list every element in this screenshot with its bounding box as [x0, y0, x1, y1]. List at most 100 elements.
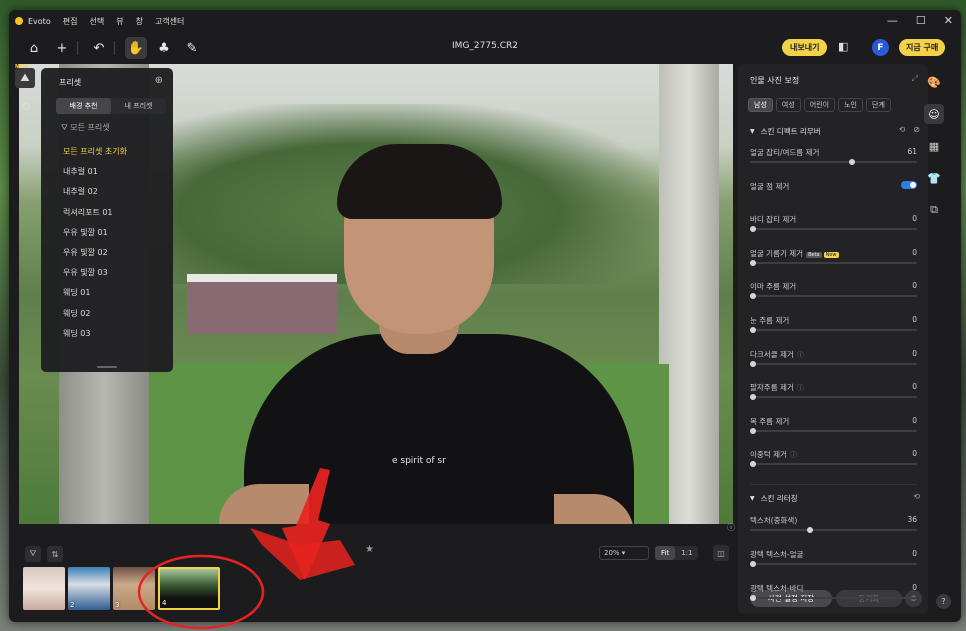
- compare-icon[interactable]: ◧: [838, 40, 848, 53]
- toggle-switch[interactable]: [901, 180, 917, 189]
- close-icon[interactable]: ✕: [944, 14, 953, 27]
- add-icon[interactable]: +: [51, 37, 73, 59]
- preset-item[interactable]: 우유 빛깔 03: [63, 267, 127, 287]
- slider-knob[interactable]: [807, 527, 814, 533]
- preset-item[interactable]: 웨딩 03: [63, 328, 127, 348]
- new-badge: NEW: [15, 64, 29, 70]
- preset-item[interactable]: 웨딩 02: [63, 308, 127, 328]
- slider-knob[interactable]: [750, 427, 756, 434]
- portrait-subject: e spirit of sr: [219, 104, 639, 524]
- home-icon[interactable]: ⌂: [23, 37, 45, 59]
- clothing-icon[interactable]: 👕: [924, 168, 944, 188]
- preset-filter[interactable]: ⛛ 모든 프리셋: [61, 122, 110, 133]
- sort-icon[interactable]: ⇅: [47, 546, 63, 562]
- slider-row: 얼굴 기름기 제거 Beta New 0: [750, 248, 917, 274]
- menu-view[interactable]: 뷰: [116, 16, 123, 27]
- thumbnail[interactable]: [23, 567, 65, 610]
- slider-track[interactable]: [750, 293, 917, 300]
- one-to-one-button[interactable]: 1:1: [675, 546, 698, 560]
- undo-icon[interactable]: ↶: [88, 37, 110, 59]
- preset-tabs: 배경 추천 내 프리셋: [56, 98, 166, 114]
- slider-track[interactable]: [750, 360, 917, 367]
- preset-item[interactable]: 럭셔리포트 01: [63, 207, 127, 227]
- star-icon[interactable]: ★: [365, 544, 374, 555]
- crop-icon[interactable]: ⧉: [924, 200, 944, 220]
- slider-knob[interactable]: [750, 561, 756, 567]
- palette-icon[interactable]: 🎨: [924, 72, 944, 92]
- fit-button[interactable]: Fit: [655, 546, 676, 560]
- slider-row: 텍스처(중화색) 36: [750, 515, 917, 541]
- expand-icon[interactable]: ⤢: [912, 74, 918, 84]
- reset-icon[interactable]: ⟲: [899, 125, 906, 134]
- history-icon[interactable]: ⟲: [15, 96, 35, 116]
- slider-knob[interactable]: [848, 159, 855, 165]
- slider-track[interactable]: [750, 527, 917, 533]
- help-icon[interactable]: ?: [936, 594, 951, 609]
- tab-child[interactable]: 어린이: [803, 98, 836, 112]
- thumbnail[interactable]: 2: [68, 567, 110, 610]
- panel-resize-handle[interactable]: [97, 366, 117, 368]
- slider-knob[interactable]: [750, 226, 756, 233]
- thumbnail[interactable]: 3: [113, 567, 155, 610]
- info-icon[interactable]: ⓘ: [727, 522, 735, 533]
- maximize-icon[interactable]: ☐: [916, 14, 926, 27]
- preset-item[interactable]: 내추럴 01: [63, 166, 127, 186]
- tab-recommended[interactable]: 배경 추천: [56, 98, 111, 114]
- brush-tool-icon[interactable]: ✎: [181, 37, 203, 59]
- menu-support[interactable]: 고객센터: [155, 16, 184, 27]
- menu-edit[interactable]: 편집: [63, 16, 78, 27]
- slider-label: 눈 주름 제거: [750, 315, 789, 326]
- app-name: Evoto: [28, 16, 51, 26]
- menu-window[interactable]: 창: [136, 16, 143, 27]
- tab-my-presets[interactable]: 내 프리셋: [111, 98, 166, 114]
- toggle-visibility-icon[interactable]: ⊘: [913, 125, 920, 134]
- slider-knob[interactable]: [750, 394, 756, 401]
- reset-icon[interactable]: ⟲: [913, 492, 920, 501]
- tab-male[interactable]: 남성: [748, 98, 773, 112]
- section-skin-retouch[interactable]: ▼ 스킨 리터칭 ⟲: [750, 492, 920, 504]
- face-retouch-icon[interactable]: ☺: [924, 104, 944, 124]
- tab-female[interactable]: 여성: [775, 98, 801, 112]
- tab-level[interactable]: 단계: [866, 98, 891, 112]
- thumbnail-selected[interactable]: 4: [158, 567, 220, 610]
- filter-icon[interactable]: ⛛: [25, 546, 41, 562]
- preset-item[interactable]: 우유 빛깔 02: [63, 247, 127, 267]
- tree-tool-icon[interactable]: ♣: [153, 37, 175, 59]
- slider-track[interactable]: [750, 561, 917, 567]
- background-icon[interactable]: ▦: [924, 136, 944, 156]
- slider-track[interactable]: [750, 159, 917, 165]
- section-skin-defect[interactable]: ▼ 스킨 디펙트 리무버 ⟲ ⊘: [750, 125, 920, 137]
- help-icon[interactable]: ⓘ: [797, 351, 804, 359]
- minimize-icon[interactable]: —: [887, 14, 898, 27]
- slider-track[interactable]: [750, 595, 917, 601]
- slider-knob[interactable]: [750, 327, 756, 333]
- slider-knob[interactable]: [750, 595, 756, 601]
- split-view-icon[interactable]: ◫: [713, 545, 729, 561]
- hand-tool-icon[interactable]: ✋: [125, 37, 147, 59]
- help-icon[interactable]: ⓘ: [797, 384, 804, 392]
- slider-track[interactable]: [750, 259, 917, 266]
- slider-knob[interactable]: [750, 461, 756, 468]
- slider-track[interactable]: [750, 461, 917, 468]
- avatar[interactable]: F: [872, 39, 889, 56]
- preset-item[interactable]: 내추럴 02: [63, 186, 127, 206]
- preset-reset-all[interactable]: 모든 프리셋 초기화: [63, 146, 127, 166]
- slider-track[interactable]: [750, 226, 917, 233]
- slider-knob[interactable]: [750, 259, 756, 266]
- add-preset-icon[interactable]: ⊕: [155, 75, 163, 86]
- menu-select[interactable]: 선택: [89, 16, 104, 27]
- slider-track[interactable]: [750, 427, 917, 434]
- buy-now-button[interactable]: 지금 구매: [899, 39, 946, 56]
- preset-tool-icon[interactable]: NEW ⛰: [15, 64, 35, 88]
- tab-senior[interactable]: 노인: [838, 98, 863, 112]
- slider-knob[interactable]: [750, 360, 756, 367]
- preset-item[interactable]: 우유 빛깔 01: [63, 227, 127, 247]
- export-button[interactable]: 내보내기: [782, 39, 828, 56]
- preset-item[interactable]: 웨딩 01: [63, 287, 127, 307]
- zoom-select[interactable]: 20% ▾: [599, 546, 649, 560]
- slider-track[interactable]: [750, 394, 917, 401]
- slider-knob[interactable]: [750, 293, 756, 300]
- help-icon[interactable]: ⓘ: [790, 451, 797, 459]
- section-title: 스킨 디펙트 리무버: [760, 126, 821, 136]
- slider-track[interactable]: [750, 327, 917, 333]
